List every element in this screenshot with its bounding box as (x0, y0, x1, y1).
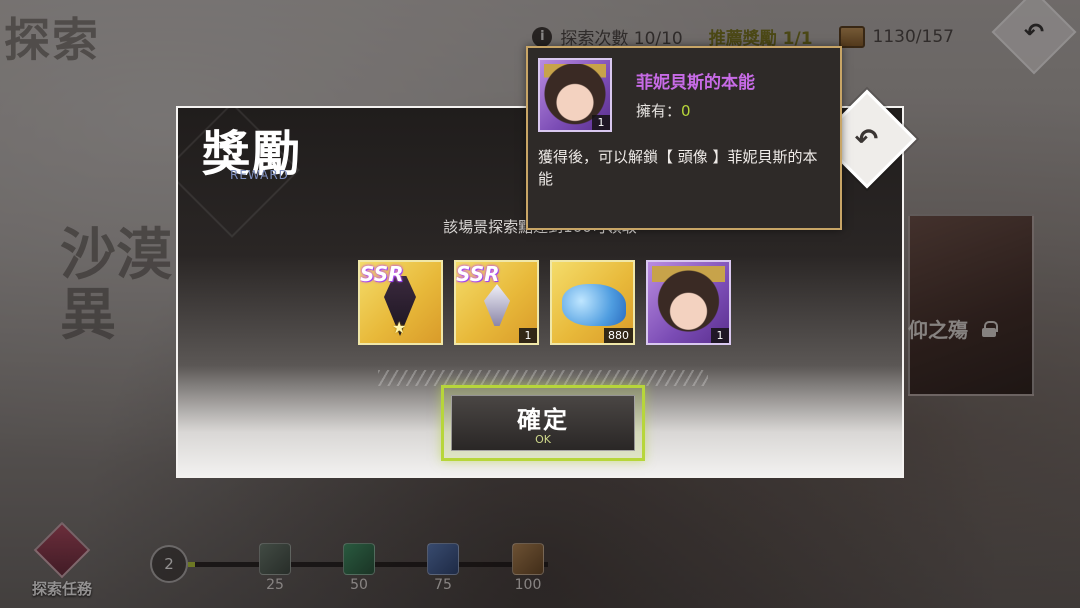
star-icon: ★ (392, 318, 407, 337)
reward-item-pendant[interactable]: SSR 1 (454, 260, 539, 345)
confirm-button-frame: 確定 OK (441, 385, 645, 461)
tooltip-item-name: 菲妮貝斯的本能 (636, 73, 755, 93)
ssr-badge: SSR (456, 262, 500, 286)
reward-item-avatar[interactable]: 1 (646, 260, 731, 345)
tooltip-avatar: 1 (538, 58, 612, 132)
reward-items: SSR ★ SSR 1 880 1 (358, 260, 731, 345)
item-quantity: 880 (604, 328, 633, 343)
crystal-icon (562, 284, 626, 326)
pendant-icon (484, 284, 510, 326)
tooltip-owned: 擁有：0 (636, 100, 691, 121)
confirm-button-label: 確定 (517, 406, 569, 434)
dialog-stripes (378, 370, 708, 386)
back-arrow-icon: ↶ (855, 122, 879, 156)
tooltip-item-quantity: 1 (592, 115, 610, 130)
ssr-badge: SSR (360, 262, 404, 286)
tooltip-owned-value: 0 (681, 102, 691, 120)
item-quantity: 1 (711, 328, 729, 343)
reward-item-crystals[interactable]: 880 (550, 260, 635, 345)
confirm-button-sublabel: OK (535, 433, 551, 446)
dialog-subtitle: REWARD (230, 168, 289, 182)
confirm-button[interactable]: 確定 OK (451, 395, 635, 451)
tooltip-owned-label: 擁有： (636, 102, 682, 120)
item-quantity: 1 (519, 328, 537, 343)
item-tooltip: 1 菲妮貝斯的本能 擁有：0 獲得後，可以解鎖【 頭像 】菲妮貝斯的本能 (526, 46, 842, 230)
tooltip-description: 獲得後，可以解鎖【 頭像 】菲妮貝斯的本能 (538, 148, 818, 188)
reward-item-tie[interactable]: SSR ★ (358, 260, 443, 345)
